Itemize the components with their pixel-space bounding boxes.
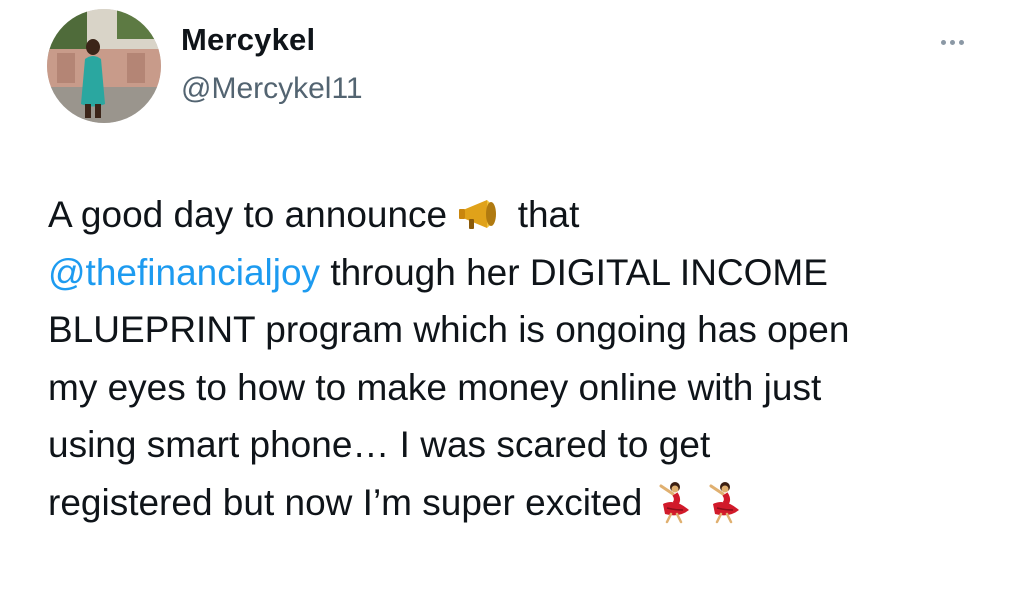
tweet-line: BLUEPRINT program which is ongoing has o… <box>48 309 850 350</box>
tweet-text-segment: that <box>517 194 580 235</box>
tweet-text: A good day to announce that @thefinancia… <box>48 186 988 531</box>
user-handle[interactable]: @Mercykel11 <box>181 72 363 106</box>
tweet-text-segment: A good day to announce <box>48 194 448 235</box>
display-name[interactable]: Mercykel <box>181 22 315 58</box>
tweet-text-segment: through her DIGITAL INCOME <box>320 251 828 293</box>
tweet-line: using smart phone… I was scared to get <box>48 424 711 465</box>
ellipsis-icon <box>958 39 964 45</box>
tweet-line: @thefinancialjoy through her DIGITAL INC… <box>48 244 988 302</box>
profile-photo-avatar <box>47 9 161 123</box>
megaphone-emoji <box>457 194 507 234</box>
mention-link[interactable]: @thefinancialjoy <box>48 252 320 293</box>
ellipsis-icon <box>949 39 955 45</box>
tweet-line: registered but now I’m super excited <box>48 474 988 532</box>
tweet-text-segment: registered but now I’m super excited <box>48 481 643 523</box>
dancer-emoji <box>703 480 743 524</box>
tweet-line: my eyes to how to make money online with… <box>48 366 822 408</box>
dancer-emoji <box>653 480 693 524</box>
tweet-card: Mercykel @Mercykel11 A good day to annou… <box>0 0 1024 589</box>
avatar[interactable] <box>47 9 161 123</box>
more-options-button[interactable] <box>930 28 974 56</box>
tweet-line: A good day to announce that <box>48 186 988 244</box>
ellipsis-icon <box>940 39 946 45</box>
